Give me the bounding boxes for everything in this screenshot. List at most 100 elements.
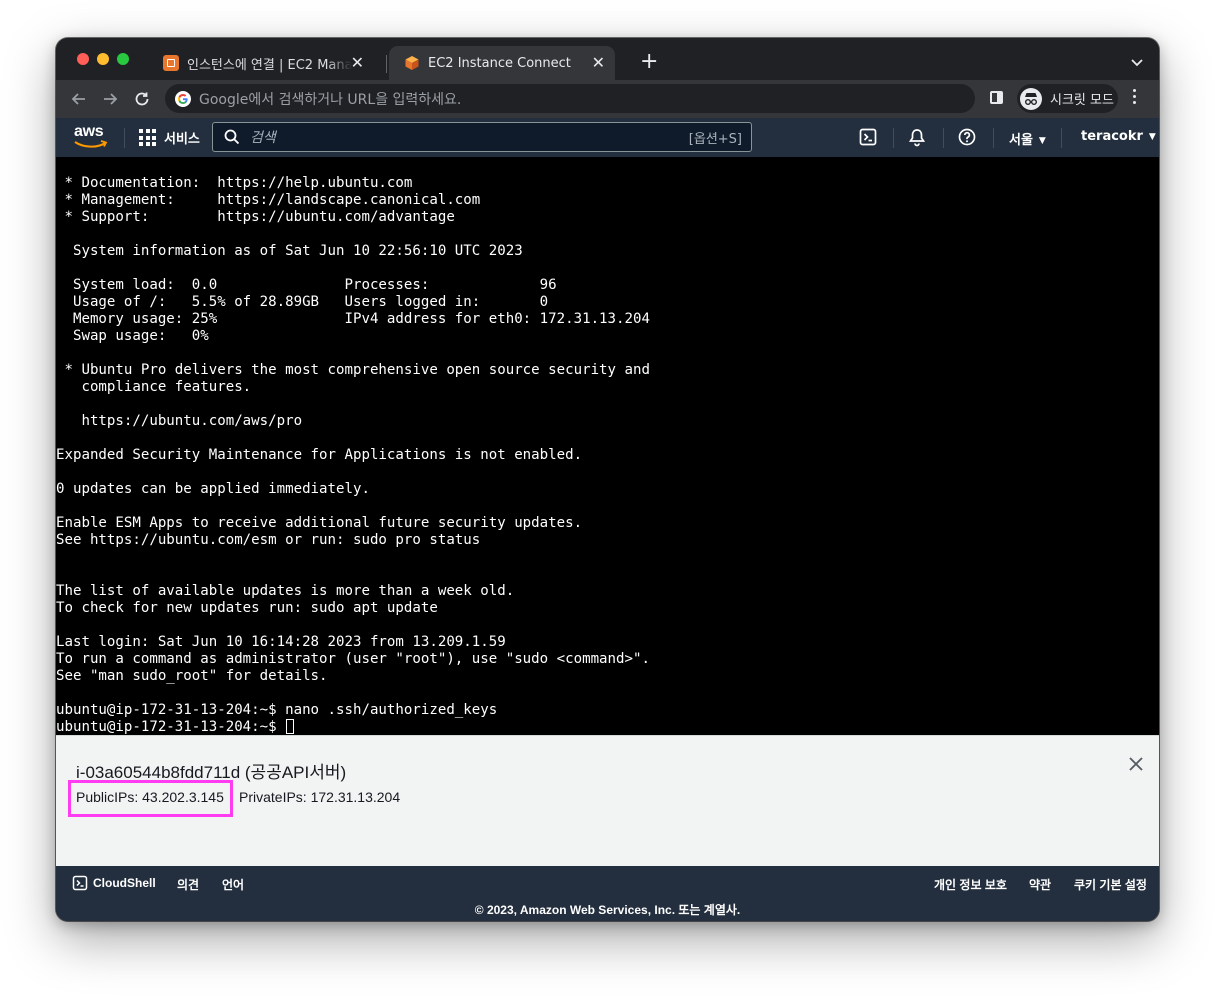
search-placeholder: 검색 [250,130,276,146]
ec2-console-icon [163,55,179,71]
terminal-line: * Documentation: https://help.ubuntu.com [56,175,413,191]
instance-info-panel: i-03a60544b8fdd711d (공공API서버) PublicIPs:… [56,735,1159,867]
terminal-line: Last login: Sat Jun 10 16:14:28 2023 fro… [56,634,506,650]
tab-separator [386,55,387,73]
nav-divider [993,128,994,148]
side-panel-icon[interactable] [990,91,1003,104]
terminal-line: Usage of /: 5.5% of 28.89GB Users logged… [56,294,549,310]
terminal-line: See https://ubuntu.com/esm or run: sudo … [56,532,481,548]
tab-title: EC2 Instance Connect [428,55,571,71]
help-icon[interactable] [957,127,977,147]
terminal-line: To run a command as administrator (user … [56,651,650,667]
services-menu-button[interactable]: 서비스 [139,128,200,147]
region-selector[interactable]: 서울 ▼ [1009,129,1046,148]
tab-strip: 인스턴스에 연결 | EC2 Management Console ✕ EC2 … [56,38,1159,80]
new-tab-button[interactable]: + [640,50,658,74]
tab-ec2-instance-connect[interactable]: EC2 Instance Connect ✕ [389,46,615,80]
address-bar[interactable]: Google에서 검색하거나 URL을 입력하세요. [165,84,975,113]
nav-divider [943,128,944,148]
back-arrow-icon[interactable] [68,88,90,110]
caret-down-icon: ▼ [1148,132,1156,142]
terminal-line: To check for new updates run: sudo apt u… [56,600,438,616]
grid-icon [139,129,156,146]
terminal-line: Memory usage: 25% IPv4 address for eth0:… [56,311,650,327]
caret-down-icon: ▼ [1038,136,1046,146]
browser-menu-icon[interactable] [1133,89,1137,107]
notifications-bell-icon[interactable] [907,127,927,147]
cloudshell-link[interactable]: CloudShell [93,876,156,890]
terminal-line: 0 updates can be applied immediately. [56,481,370,497]
terminal-line: See "man sudo_root" for details. [56,668,328,684]
nav-divider [1061,128,1062,148]
account-menu[interactable]: teracokr ▼ [1081,129,1156,144]
terminal-cursor [286,719,295,734]
search-shortcut-hint: [옵션+S] [688,131,742,147]
terminal[interactable]: * Documentation: https://help.ubuntu.com… [56,157,1159,735]
tab-ec2-management[interactable]: 인스턴스에 연결 | EC2 Management Console ✕ [148,46,374,80]
terminal-line: Expanded Security Maintenance for Applic… [56,447,583,463]
privacy-link[interactable]: 개인 정보 보호 [934,876,1007,893]
aws-cube-icon [404,55,420,71]
terminal-line: ubuntu@ip-172-31-13-204:~$ [56,719,650,735]
nav-divider [893,128,894,148]
public-ip: PublicIPs: 43.202.3.145 [76,789,224,805]
region-label: 서울 [1009,133,1033,148]
aws-search-input[interactable]: 검색 [옵션+S] [212,122,752,152]
tab-close-icon[interactable]: ✕ [592,54,605,72]
close-window-button[interactable] [77,53,89,65]
tab-close-icon[interactable]: ✕ [351,54,364,72]
minimize-window-button[interactable] [97,53,109,65]
aws-logo[interactable]: aws [74,123,108,149]
terminal-line: compliance features. [56,379,252,395]
account-label: teracokr [1081,129,1143,144]
terminal-line: Enable ESM Apps to receive additional fu… [56,515,583,531]
services-label: 서비스 [164,132,200,147]
tab-title: 인스턴스에 연결 | EC2 Management Console [187,57,352,73]
terminal-line: ubuntu@ip-172-31-13-204:~$ nano .ssh/aut… [56,702,498,718]
close-icon[interactable] [1128,756,1144,772]
private-ip: PrivateIPs: 172.31.13.204 [239,789,401,805]
address-input[interactable]: Google에서 검색하거나 URL을 입력하세요. [199,89,461,109]
browser-window: 인스턴스에 연결 | EC2 Management Console ✕ EC2 … [56,38,1159,921]
terminal-line: https://ubuntu.com/aws/pro [56,413,303,429]
tab-search-chevron-icon[interactable] [1131,52,1143,71]
terminal-line: System load: 0.0 Processes: 96 [56,277,557,293]
language-link[interactable]: 언어 [222,876,244,893]
cloudshell-icon[interactable] [858,127,878,147]
terminal-output: * Documentation: https://help.ubuntu.com… [56,175,650,735]
cookie-preferences-link[interactable]: 쿠키 기본 설정 [1074,876,1147,893]
terminal-line: The list of available updates is more th… [56,583,515,599]
terminal-line: * Support: https://ubuntu.com/advantage [56,209,455,225]
google-icon [175,90,191,107]
terminal-line: System information as of Sat Jun 10 22:5… [56,243,523,259]
aws-logo-text: aws [74,123,104,140]
copyright-text: © 2023, Amazon Web Services, Inc. 또는 계열사… [474,903,741,917]
search-icon [224,129,240,145]
cloudshell-icon[interactable] [72,875,88,891]
terms-link[interactable]: 약관 [1029,876,1051,893]
feedback-link[interactable]: 의견 [177,876,199,893]
incognito-label: 시크릿 모드 [1050,93,1114,108]
terminal-line: * Management: https://landscape.canonica… [56,192,481,208]
maximize-window-button[interactable] [117,53,129,65]
terminal-line: Swap usage: 0% [56,328,209,344]
nav-divider [124,128,125,148]
console-footer: CloudShell 의견 언어 개인 정보 보호 약관 쿠키 기본 설정 © … [56,866,1159,921]
aws-console-nav: aws 서비스 검색 [옵션+S] 서울 ▼ teracokr ▼ [56,118,1159,157]
incognito-icon [1020,87,1042,110]
browser-toolbar: Google에서 검색하거나 URL을 입력하세요. 시크릿 모드 [56,80,1159,118]
reload-icon[interactable] [131,88,153,110]
forward-arrow-icon[interactable] [99,88,121,110]
incognito-indicator[interactable]: 시크릿 모드 [1017,84,1118,113]
